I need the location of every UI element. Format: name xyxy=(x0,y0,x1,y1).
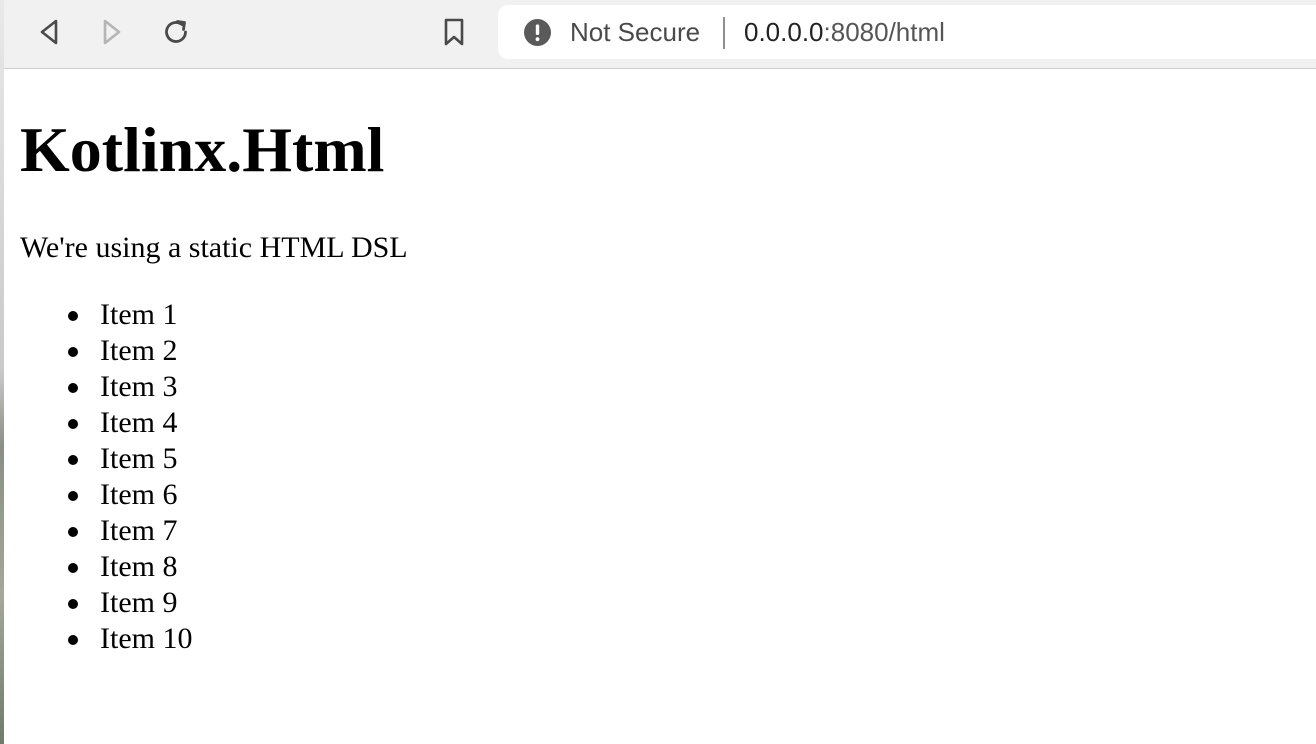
forward-arrow-icon xyxy=(103,19,121,45)
item-list: Item 1 Item 2 Item 3 Item 4 Item 5 Item … xyxy=(20,297,192,657)
forward-button[interactable] xyxy=(94,14,130,50)
page-title: Kotlinx.Html xyxy=(20,114,385,185)
url-text[interactable]: 0.0.0.0:8080/html xyxy=(744,5,945,59)
bullet-icon xyxy=(68,635,78,645)
back-button[interactable] xyxy=(31,14,67,50)
security-label[interactable]: Not Secure xyxy=(570,5,700,59)
list-item-label: Item 5 xyxy=(100,442,178,475)
list-item: Item 10 xyxy=(20,621,192,657)
list-item: Item 4 xyxy=(20,405,192,441)
address-separator xyxy=(723,17,725,49)
info-icon[interactable] xyxy=(524,19,551,46)
page-paragraph: We're using a static HTML DSL xyxy=(20,231,408,264)
bullet-icon xyxy=(68,527,78,537)
list-item-label: Item 10 xyxy=(100,622,193,655)
list-item-label: Item 1 xyxy=(100,298,178,331)
bookmark-icon xyxy=(444,18,464,46)
bookmark-button[interactable] xyxy=(436,14,472,50)
bullet-icon xyxy=(68,311,78,321)
list-item: Item 7 xyxy=(20,513,192,549)
list-item-label: Item 8 xyxy=(100,550,178,583)
back-arrow-icon xyxy=(40,19,58,45)
address-bar[interactable]: Not Secure 0.0.0.0:8080/html xyxy=(498,5,1316,59)
bullet-icon xyxy=(68,491,78,501)
list-item: Item 3 xyxy=(20,369,192,405)
bullet-icon xyxy=(68,563,78,573)
list-item-label: Item 2 xyxy=(100,334,178,367)
bullet-icon xyxy=(68,599,78,609)
browser-toolbar: Not Secure 0.0.0.0:8080/html xyxy=(4,0,1316,69)
reload-icon xyxy=(165,20,187,43)
bullet-icon xyxy=(68,383,78,393)
list-item-label: Item 7 xyxy=(100,514,178,547)
bullet-icon xyxy=(68,419,78,429)
list-item-label: Item 3 xyxy=(100,370,178,403)
bullet-icon xyxy=(68,455,78,465)
list-item-label: Item 9 xyxy=(100,586,178,619)
url-host: 0.0.0.0 xyxy=(744,17,824,47)
reload-button[interactable] xyxy=(158,14,194,50)
list-item: Item 8 xyxy=(20,549,192,585)
list-item: Item 1 xyxy=(20,297,192,333)
browser-window: Not Secure 0.0.0.0:8080/html Kotlinx.Htm… xyxy=(0,0,1316,744)
list-item: Item 6 xyxy=(20,477,192,513)
url-path: :8080/html xyxy=(823,17,945,47)
desktop-edge xyxy=(0,0,4,744)
list-item-label: Item 6 xyxy=(100,478,178,511)
bullet-icon xyxy=(68,347,78,357)
list-item: Item 5 xyxy=(20,441,192,477)
list-item: Item 9 xyxy=(20,585,192,621)
list-item: Item 2 xyxy=(20,333,192,369)
list-item-label: Item 4 xyxy=(100,406,178,439)
